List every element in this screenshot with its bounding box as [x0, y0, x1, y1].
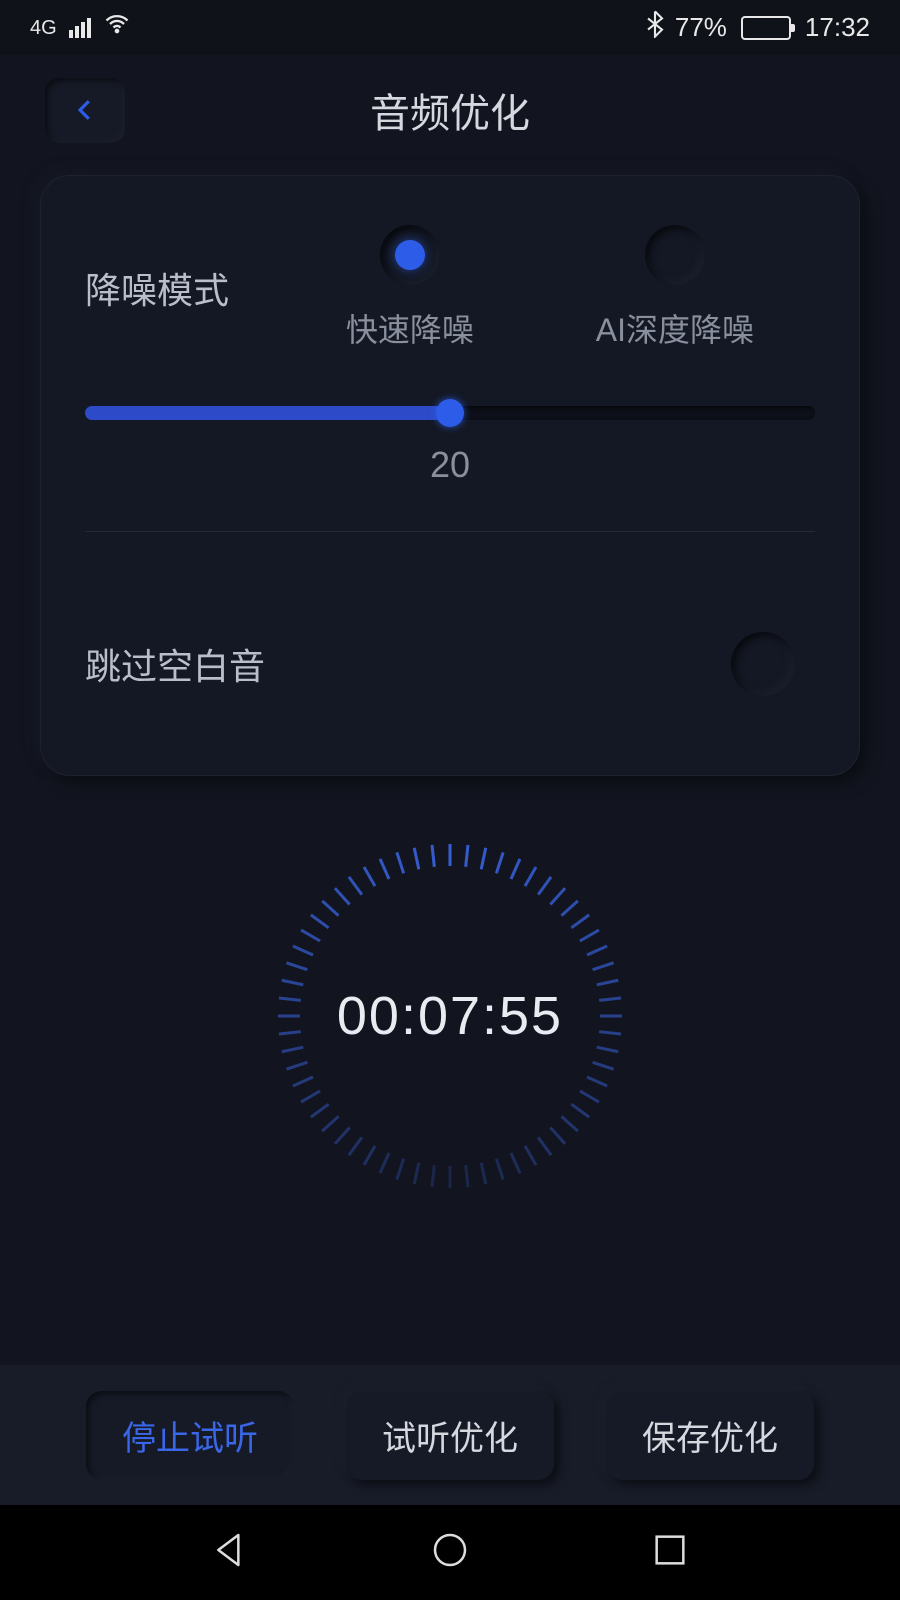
- nav-back-icon[interactable]: [210, 1530, 250, 1575]
- timer-dial: 00:07:55: [270, 836, 630, 1196]
- radio-ai-label: AI深度降噪: [596, 305, 754, 351]
- status-bar: 4G 77% 17:32: [0, 0, 900, 55]
- radio-ai-noise[interactable]: AI深度降噪: [596, 225, 754, 351]
- radio-fast-noise[interactable]: 快速降噪: [346, 225, 474, 351]
- page-title: 音频优化: [0, 81, 900, 139]
- noise-mode-radio-group: 快速降噪 AI深度降噪: [285, 225, 815, 351]
- slider-value-label: 20: [85, 444, 815, 486]
- skip-silence-toggle[interactable]: [731, 632, 795, 696]
- radio-indicator-icon: [645, 225, 705, 285]
- wifi-icon: [103, 10, 131, 45]
- noise-mode-label: 降噪模式: [85, 262, 285, 314]
- slider-thumb-icon[interactable]: [436, 399, 464, 427]
- stop-preview-button[interactable]: 停止试听: [86, 1391, 294, 1480]
- signal-bars-icon: [69, 18, 91, 38]
- divider: [85, 531, 815, 532]
- back-button[interactable]: [45, 78, 125, 143]
- radio-fast-label: 快速降噪: [346, 305, 474, 351]
- battery-icon: [741, 16, 791, 40]
- dial-ticks-icon: [270, 836, 630, 1196]
- network-type-label: 4G: [30, 18, 57, 38]
- battery-percent-label: 77%: [675, 12, 727, 43]
- noise-level-slider[interactable]: 20: [85, 406, 815, 486]
- system-nav-bar: [0, 1505, 900, 1600]
- save-optimize-button[interactable]: 保存优化: [606, 1391, 814, 1480]
- clock-label: 17:32: [805, 12, 870, 43]
- settings-card: 降噪模式 快速降噪 AI深度降噪 20 跳过空白音: [40, 175, 860, 776]
- skip-silence-label: 跳过空白音: [85, 638, 731, 690]
- radio-indicator-icon: [380, 225, 440, 285]
- action-bar: 停止试听 试听优化 保存优化: [0, 1365, 900, 1505]
- bluetooth-icon: [645, 10, 665, 45]
- nav-recent-icon[interactable]: [650, 1530, 690, 1575]
- app-header: 音频优化: [0, 55, 900, 165]
- timer-area: 00:07:55: [0, 836, 900, 1196]
- preview-optimize-button[interactable]: 试听优化: [346, 1391, 554, 1480]
- nav-home-icon[interactable]: [430, 1530, 470, 1575]
